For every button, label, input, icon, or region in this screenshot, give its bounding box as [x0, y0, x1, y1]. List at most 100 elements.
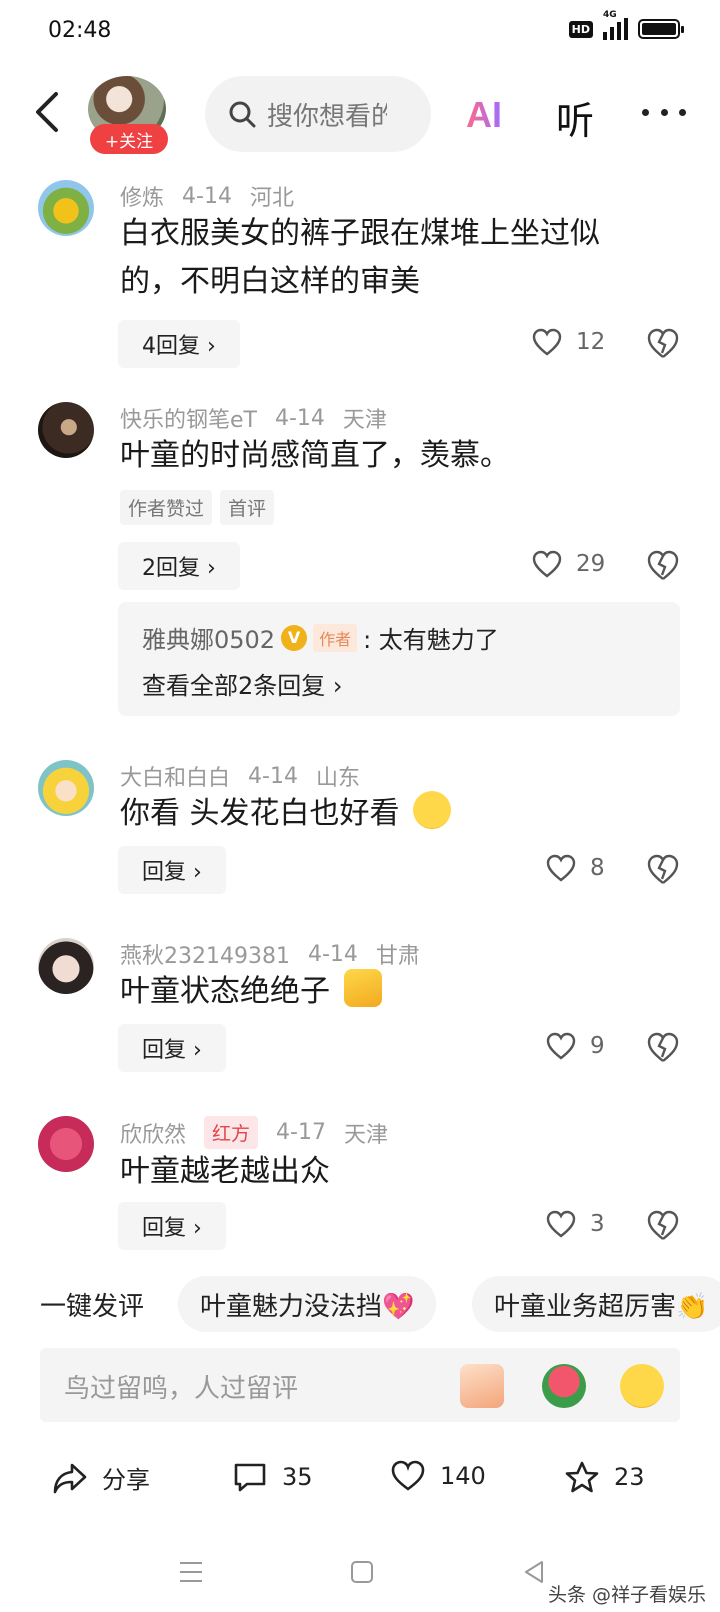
heart-icon [532, 550, 562, 578]
share-button[interactable]: 分享 [52, 1460, 150, 1495]
author-liked-tag: 作者赞过 [120, 490, 213, 525]
reply-button[interactable]: 2回复 › [118, 542, 240, 590]
grin-emoji-icon[interactable] [620, 1364, 664, 1408]
share-icon [53, 1463, 87, 1493]
dislike-icon[interactable] [646, 548, 680, 582]
like-count: 3 [590, 1211, 605, 1237]
reply-button[interactable]: 回复 › [118, 1202, 226, 1250]
avatar[interactable] [38, 402, 94, 458]
star-icon [565, 1461, 599, 1493]
bottom-action-bar: 分享 35 140 23 [0, 1450, 720, 1510]
search-input[interactable]: 搜你想看的 [205, 76, 431, 152]
comment-date: 4-14 [182, 183, 232, 209]
network-label: 4G [603, 10, 617, 20]
battery-icon [638, 19, 684, 39]
like-post-button[interactable]: 140 [390, 1460, 486, 1492]
reply-button[interactable]: 4回复 › [118, 320, 240, 368]
username[interactable]: 欣欣然 [120, 1117, 186, 1149]
share-label: 分享 [102, 1466, 150, 1494]
like-button[interactable]: 9 [546, 1032, 605, 1060]
comment-location: 甘肃 [375, 944, 420, 969]
reply-button[interactable]: 回复 › [118, 846, 226, 894]
comment-text: 叶童越老越出众 [120, 1154, 330, 1189]
status-time: 02:48 [48, 18, 112, 43]
quick-comment-row: 一键发评 叶童魅力没法挡💖 叶童业务超厉害👏 [0, 1276, 720, 1332]
heart-icon [546, 1210, 576, 1238]
shushing-emoji-icon [413, 791, 452, 829]
avatar[interactable] [38, 1116, 94, 1172]
like-button[interactable]: 12 [532, 328, 605, 356]
comment-location: 河北 [249, 186, 294, 211]
watermark: 头条 @祥子看娱乐 [547, 1584, 706, 1606]
author-reply-text: : 太有魅力了 [363, 626, 499, 654]
dislike-icon[interactable] [646, 1030, 680, 1064]
more-options-icon[interactable] [642, 92, 686, 132]
listen-button[interactable]: 听 [556, 90, 594, 145]
red-team-badge: 红方 [204, 1116, 259, 1149]
comment-meta: 快乐的钢笔eT 4-14 天津 [120, 402, 387, 434]
avatar[interactable] [38, 180, 94, 236]
comment-icon [234, 1463, 266, 1492]
thumbs-up-emoji-icon[interactable] [460, 1364, 504, 1408]
comment-input-placeholder: 鸟过留鸣，人过留评 [64, 1374, 299, 1404]
comment-text: 叶童的时尚感简直了，羡慕。 [120, 438, 510, 473]
view-all-replies-link[interactable]: 查看全部2条回复 › [142, 666, 343, 701]
comment-count-button[interactable]: 35 [232, 1460, 313, 1494]
username[interactable]: 大白和白白 [120, 760, 230, 792]
dislike-icon[interactable] [646, 1208, 680, 1242]
rose-emoji-icon[interactable] [542, 1364, 586, 1408]
comment-meta: 修炼 4-14 河北 [120, 180, 294, 212]
back-nav-icon[interactable] [520, 1558, 548, 1586]
like-button[interactable]: 3 [546, 1210, 605, 1238]
author-reply-line: 雅典娜0502 V 作者 : 太有魅力了 [142, 620, 499, 655]
comment-date: 4-14 [307, 941, 358, 967]
comment-date: 4-14 [274, 405, 325, 431]
like-count: 9 [590, 1033, 605, 1059]
verified-icon: V [281, 624, 308, 651]
comment-location: 山东 [315, 766, 360, 791]
comment-meta: 大白和白白 4-14 山东 [120, 760, 360, 792]
home-icon[interactable] [348, 1558, 376, 1586]
favorite-button[interactable]: 23 [564, 1460, 645, 1494]
comment-item: 修炼 4-14 河北 白衣服美女的裤子跟在煤堆上坐过似的，不明白这样的审美 4回… [0, 170, 720, 370]
status-bar: 02:48 HD 4G [0, 0, 720, 66]
like-button[interactable]: 29 [532, 550, 605, 578]
username[interactable]: 修炼 [120, 180, 164, 212]
like-count: 12 [576, 329, 606, 355]
like-button[interactable]: 8 [546, 854, 605, 882]
comment-date: 4-17 [276, 1120, 326, 1145]
username[interactable]: 快乐的钢笔eT [120, 402, 257, 434]
quick-comment-chip[interactable]: 叶童魅力没法挡💖 [178, 1276, 437, 1332]
dislike-icon[interactable] [646, 326, 680, 360]
quick-comment-chip[interactable]: 叶童业务超厉害👏 [472, 1276, 720, 1332]
ai-button[interactable]: AI [466, 94, 502, 136]
signal-icon: 4G [603, 10, 628, 40]
author-name[interactable]: 雅典娜0502 [142, 620, 275, 655]
comment-meta: 燕秋232149381 4-14 甘肃 [120, 938, 420, 970]
comment-input[interactable]: 鸟过留鸣，人过留评 [40, 1348, 680, 1422]
comment-tags: 作者赞过 首评 [120, 490, 275, 525]
comment-item: 大白和白白 4-14 山东 你看 头发花白也好看 回复 › 8 [0, 750, 720, 900]
comment-text-body: 叶童状态绝绝子 [120, 974, 330, 1009]
comment-location: 天津 [342, 408, 387, 433]
follow-button[interactable]: +关注 [90, 124, 168, 154]
username[interactable]: 燕秋232149381 [120, 938, 290, 970]
avatar[interactable] [38, 760, 94, 816]
heart-icon [546, 1032, 576, 1060]
back-button[interactable] [28, 90, 68, 134]
comment-text: 你看 头发花白也好看 [120, 790, 650, 838]
hd-icon: HD [568, 20, 593, 38]
comment-text-body: 你看 头发花白也好看 [120, 796, 400, 831]
comment-text: 叶童状态绝绝子 [120, 968, 650, 1016]
like-count: 8 [590, 855, 605, 881]
heart-icon [532, 328, 562, 356]
comment-item: 燕秋232149381 4-14 甘肃 叶童状态绝绝子 回复 › 9 [0, 928, 720, 1078]
menu-icon[interactable] [176, 1558, 206, 1586]
reply-button[interactable]: 回复 › [118, 1024, 226, 1072]
dislike-icon[interactable] [646, 852, 680, 886]
first-comment-tag: 首评 [220, 490, 275, 525]
author-reply-box[interactable]: 雅典娜0502 V 作者 : 太有魅力了 查看全部2条回复 › [118, 602, 680, 716]
heart-icon [391, 1460, 425, 1491]
favorite-count: 23 [614, 1463, 645, 1491]
avatar[interactable] [38, 938, 94, 994]
